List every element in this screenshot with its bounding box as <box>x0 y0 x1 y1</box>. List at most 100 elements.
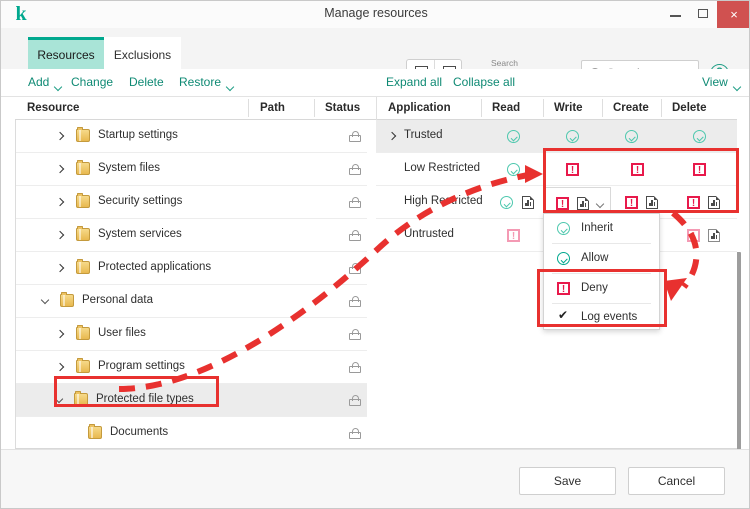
column-header-resource[interactable]: Resource <box>27 102 79 114</box>
deny-icon[interactable]: ! <box>507 229 520 242</box>
change-button[interactable]: Change <box>71 75 113 89</box>
left-column-headers: Resource Path Status <box>15 97 376 120</box>
manage-resources-window: k Manage resources × Resources Exclusion… <box>0 0 750 509</box>
deny-icon[interactable]: ! <box>625 196 638 209</box>
collapse-all-button[interactable]: Collapse all <box>453 75 515 89</box>
resource-tree-panel[interactable]: Startup settings System files Security s… <box>15 120 377 450</box>
log-events-icon[interactable] <box>522 196 534 209</box>
menu-item-allow[interactable]: Allow <box>544 244 659 273</box>
resource-label: Documents <box>110 426 169 438</box>
allow-icon[interactable] <box>500 196 513 209</box>
deny-icon[interactable]: ! <box>556 197 569 210</box>
table-row[interactable]: Security settings <box>16 186 377 219</box>
expand-chevron-icon[interactable] <box>54 130 66 142</box>
column-header-status[interactable]: Status <box>325 102 360 114</box>
table-row[interactable]: Protected applications <box>16 252 377 285</box>
lock-icon <box>349 262 361 274</box>
table-row[interactable]: Startup settings <box>16 120 377 153</box>
tab-exclusions[interactable]: Exclusions <box>104 37 181 69</box>
column-header-application[interactable]: Application <box>388 102 451 114</box>
allow-icon[interactable] <box>507 163 520 176</box>
lock-icon <box>349 361 361 373</box>
view-button[interactable]: View <box>702 75 734 89</box>
allow-icon[interactable] <box>693 130 706 143</box>
folder-icon <box>74 391 88 406</box>
maximize-button[interactable] <box>689 1 717 28</box>
expand-chevron-icon[interactable] <box>54 262 66 274</box>
column-header-create[interactable]: Create <box>613 102 649 114</box>
resource-label: System files <box>98 162 160 174</box>
expand-chevron-icon[interactable] <box>54 163 66 175</box>
deny-icon[interactable]: ! <box>687 229 700 242</box>
table-row[interactable]: User files <box>16 318 377 351</box>
footer-bar: Save Cancel <box>1 449 749 508</box>
tab-resources[interactable]: Resources <box>28 37 104 69</box>
log-events-icon[interactable] <box>646 196 658 209</box>
delete-button[interactable]: Delete <box>129 75 164 89</box>
menu-item-deny[interactable]: ! Deny <box>544 274 659 303</box>
lock-icon <box>349 163 361 175</box>
restore-label: Restore <box>179 75 222 89</box>
expand-chevron-icon[interactable] <box>54 229 66 241</box>
deny-exclamation-icon: ! <box>557 282 570 295</box>
deny-icon[interactable]: ! <box>687 196 700 209</box>
resource-label: Protected applications <box>98 261 212 273</box>
folder-icon <box>76 226 90 241</box>
expand-chevron-icon[interactable] <box>54 361 66 373</box>
lock-icon <box>349 394 361 406</box>
folder-icon <box>88 424 102 439</box>
checkmark-icon: ✔ <box>558 308 569 322</box>
cancel-button[interactable]: Cancel <box>628 467 725 495</box>
log-events-icon[interactable] <box>708 196 720 209</box>
resource-label: Startup settings <box>98 129 178 141</box>
restore-button[interactable]: Restore <box>179 75 227 89</box>
deny-icon[interactable]: ! <box>693 163 706 176</box>
resource-label: Personal data <box>82 294 153 306</box>
log-events-icon[interactable] <box>577 197 589 210</box>
add-button[interactable]: Add <box>28 75 55 89</box>
deny-icon[interactable]: ! <box>631 163 644 176</box>
search-mode-label: Search <box>491 58 518 68</box>
column-header-read[interactable]: Read <box>492 102 520 114</box>
allow-icon[interactable] <box>507 130 520 143</box>
expand-all-button[interactable]: Expand all <box>386 75 442 89</box>
tab-strip: Resources Exclusions Search By resources… <box>1 28 749 86</box>
menu-item-label: Inherit <box>581 222 613 234</box>
title-bar: k Manage resources × <box>1 1 749 29</box>
lock-icon <box>349 427 361 439</box>
permission-dropdown-menu[interactable]: Inherit Allow ! Deny ✔ Log events <box>543 213 660 330</box>
table-row-selected[interactable]: Protected file types <box>16 384 377 417</box>
table-row[interactable]: System files <box>16 153 377 186</box>
allow-icon[interactable] <box>625 130 638 143</box>
collapse-chevron-icon[interactable] <box>54 394 66 406</box>
minimize-button[interactable] <box>661 1 689 28</box>
chevron-down-icon[interactable] <box>597 201 604 208</box>
expand-chevron-icon[interactable] <box>54 196 66 208</box>
collapse-chevron-icon[interactable] <box>40 295 52 307</box>
deny-icon[interactable]: ! <box>566 163 579 176</box>
folder-icon <box>76 325 90 340</box>
tree-scrollbar-track[interactable] <box>367 120 741 508</box>
table-row-selected[interactable]: Trusted <box>376 120 737 153</box>
table-row[interactable]: Low Restricted ! ! ! <box>376 153 737 186</box>
table-row[interactable]: System services <box>16 219 377 252</box>
menu-item-inherit[interactable]: Inherit <box>544 214 659 243</box>
allow-icon[interactable] <box>566 130 579 143</box>
save-button[interactable]: Save <box>519 467 616 495</box>
maximize-icon <box>698 9 708 18</box>
expand-chevron-icon[interactable] <box>54 328 66 340</box>
table-row[interactable]: Program settings <box>16 351 377 384</box>
log-events-icon[interactable] <box>708 229 720 242</box>
lock-icon <box>349 295 361 307</box>
add-label: Add <box>28 75 50 89</box>
table-row[interactable]: Documents <box>16 417 377 450</box>
expand-chevron-icon[interactable] <box>386 130 398 142</box>
column-header-delete[interactable]: Delete <box>672 102 707 114</box>
close-button[interactable]: × <box>717 1 749 28</box>
column-header-path[interactable]: Path <box>260 102 285 114</box>
menu-item-log-events[interactable]: ✔ Log events <box>544 303 659 332</box>
column-header-write[interactable]: Write <box>554 102 583 114</box>
folder-icon <box>76 160 90 175</box>
table-row[interactable]: Personal data <box>16 285 377 318</box>
lock-icon <box>349 328 361 340</box>
